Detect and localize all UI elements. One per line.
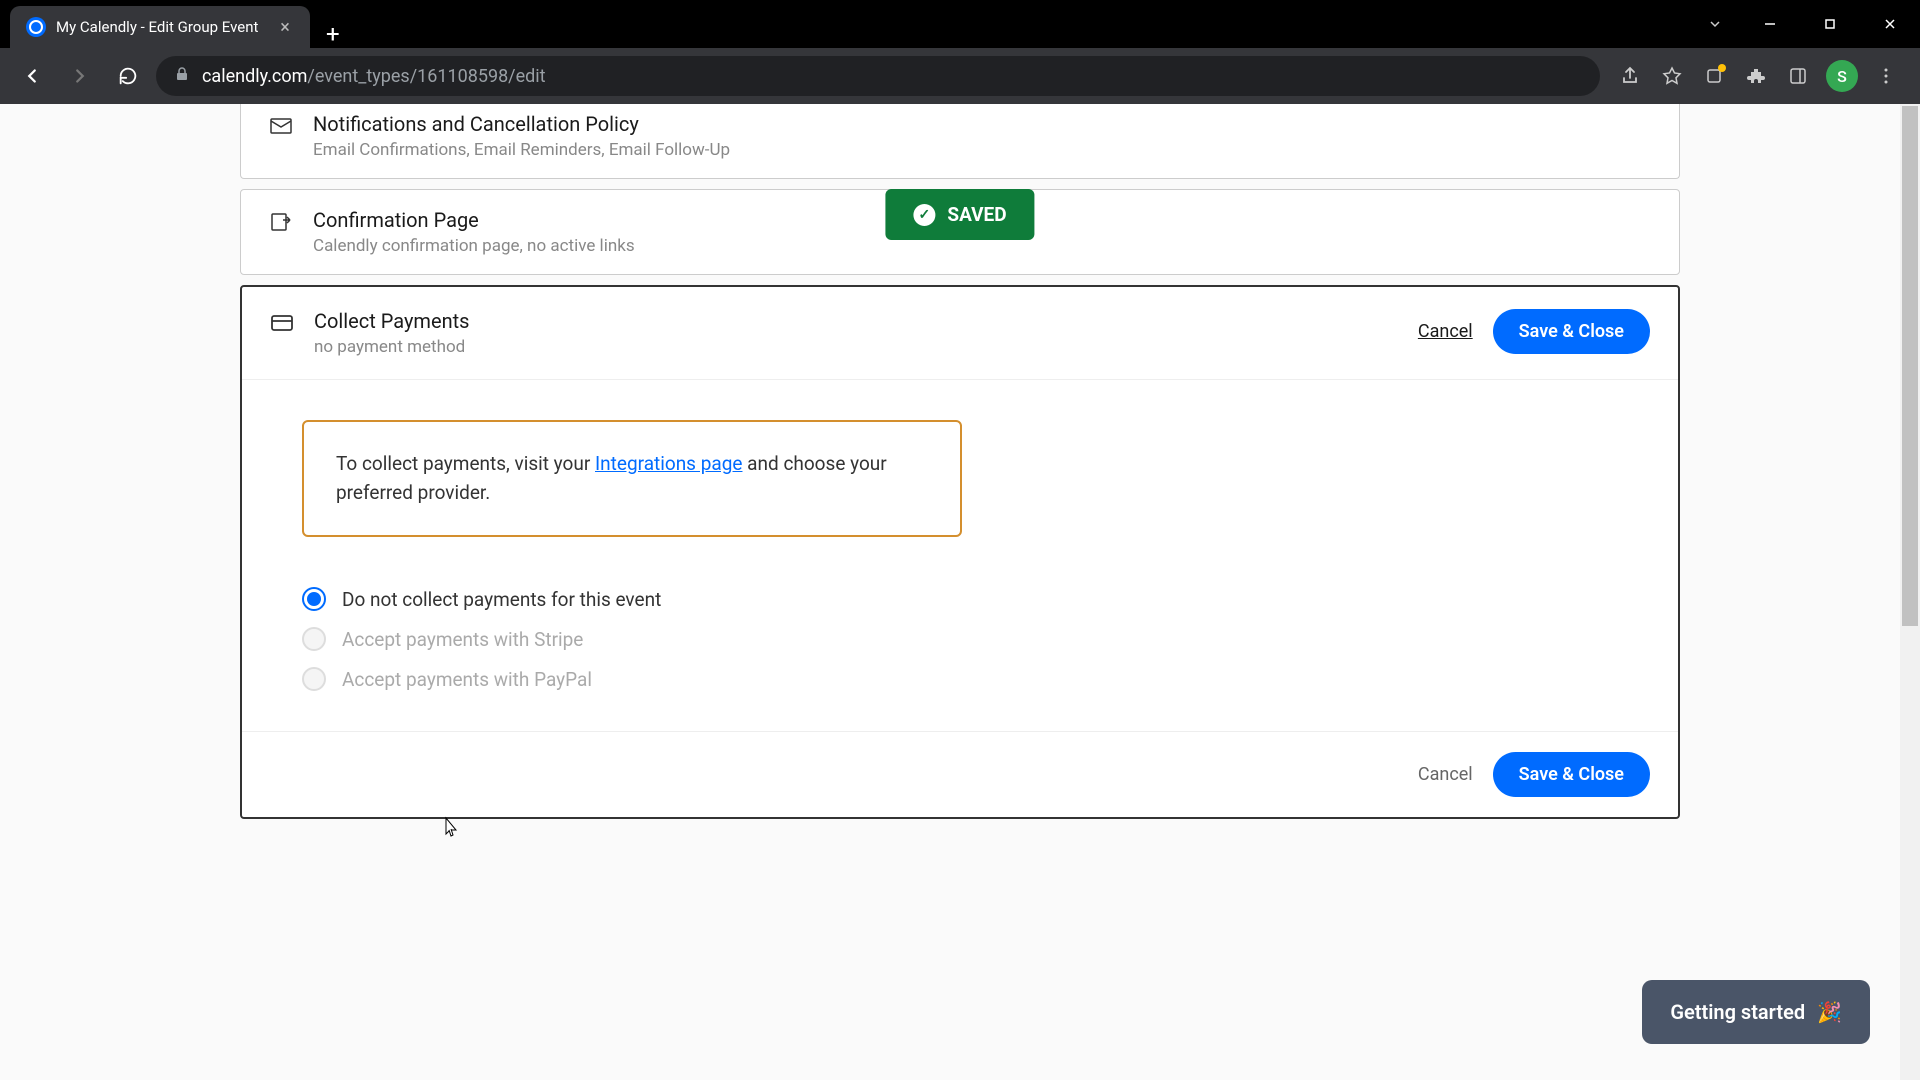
- section-subtitle: Email Confirmations, Email Reminders, Em…: [313, 140, 1651, 160]
- tabs-dropdown-icon[interactable]: [1690, 0, 1740, 48]
- side-panel-icon[interactable]: [1784, 62, 1812, 90]
- radio-no-payments[interactable]: Do not collect payments for this event: [302, 587, 1618, 611]
- getting-started-label: Getting started: [1670, 1000, 1805, 1024]
- integrations-page-link[interactable]: Integrations page: [595, 452, 742, 475]
- page-viewport: ▲ Notifications and Cancellation Policy …: [0, 104, 1920, 1080]
- url-text: calendly.com/event_types/161108598/edit: [202, 66, 546, 87]
- menu-icon[interactable]: [1872, 62, 1900, 90]
- browser-tab[interactable]: My Calendly - Edit Group Event ×: [10, 6, 310, 48]
- integration-notice: To collect payments, visit your Integrat…: [302, 420, 962, 537]
- cancel-link-top[interactable]: Cancel: [1418, 321, 1473, 342]
- mail-icon: [269, 114, 293, 138]
- section-subtitle: no payment method: [314, 337, 1398, 357]
- close-window-button[interactable]: [1860, 0, 1920, 48]
- calendly-favicon: [26, 17, 46, 37]
- radio-label: Accept payments with PayPal: [342, 668, 592, 691]
- radio-label: Accept payments with Stripe: [342, 628, 583, 651]
- section-notifications[interactable]: Notifications and Cancellation Policy Em…: [240, 104, 1680, 179]
- tab-title: My Calendly - Edit Group Event: [56, 18, 258, 36]
- cancel-link-bottom[interactable]: Cancel: [1418, 764, 1473, 785]
- maximize-button[interactable]: [1800, 0, 1860, 48]
- section-payments: Collect Payments no payment method Cance…: [240, 285, 1680, 819]
- radio-icon: [302, 667, 326, 691]
- toast-label: SAVED: [947, 203, 1006, 226]
- new-tab-button[interactable]: +: [310, 20, 356, 48]
- notice-text: To collect payments, visit your Integrat…: [336, 452, 887, 504]
- close-tab-icon[interactable]: ×: [276, 18, 294, 36]
- minimize-button[interactable]: [1740, 0, 1800, 48]
- radio-label: Do not collect payments for this event: [342, 588, 661, 611]
- section-title: Notifications and Cancellation Policy: [313, 112, 1651, 136]
- browser-toolbar: calendly.com/event_types/161108598/edit …: [0, 48, 1920, 104]
- getting-started-button[interactable]: Getting started 🎉: [1642, 980, 1870, 1044]
- bookmark-icon[interactable]: [1658, 62, 1686, 90]
- radio-paypal: Accept payments with PayPal: [302, 667, 1618, 691]
- payment-radio-group: Do not collect payments for this event A…: [302, 587, 1618, 691]
- section-title: Collect Payments: [314, 309, 1398, 333]
- profile-avatar[interactable]: S: [1826, 60, 1858, 92]
- back-button[interactable]: [12, 56, 52, 96]
- party-emoji-icon: 🎉: [1817, 1000, 1842, 1024]
- browser-titlebar: My Calendly - Edit Group Event × +: [0, 0, 1920, 48]
- saved-toast: ✓ SAVED: [885, 189, 1034, 240]
- check-icon: ✓: [913, 204, 935, 226]
- redirect-icon: [269, 210, 293, 234]
- save-close-button-top[interactable]: Save & Close: [1493, 309, 1650, 354]
- extension-icon[interactable]: [1700, 62, 1728, 90]
- forward-button[interactable]: [60, 56, 100, 96]
- radio-icon: [302, 587, 326, 611]
- card-icon: [270, 311, 294, 335]
- share-icon[interactable]: [1616, 62, 1644, 90]
- lock-icon: [174, 66, 190, 86]
- notification-dot-icon: [1718, 64, 1726, 72]
- address-bar[interactable]: calendly.com/event_types/161108598/edit: [156, 56, 1600, 96]
- reload-button[interactable]: [108, 56, 148, 96]
- cursor-icon: [440, 816, 460, 845]
- extensions-icon[interactable]: [1742, 62, 1770, 90]
- radio-stripe: Accept payments with Stripe: [302, 627, 1618, 651]
- radio-icon: [302, 627, 326, 651]
- save-close-button-bottom[interactable]: Save & Close: [1493, 752, 1650, 797]
